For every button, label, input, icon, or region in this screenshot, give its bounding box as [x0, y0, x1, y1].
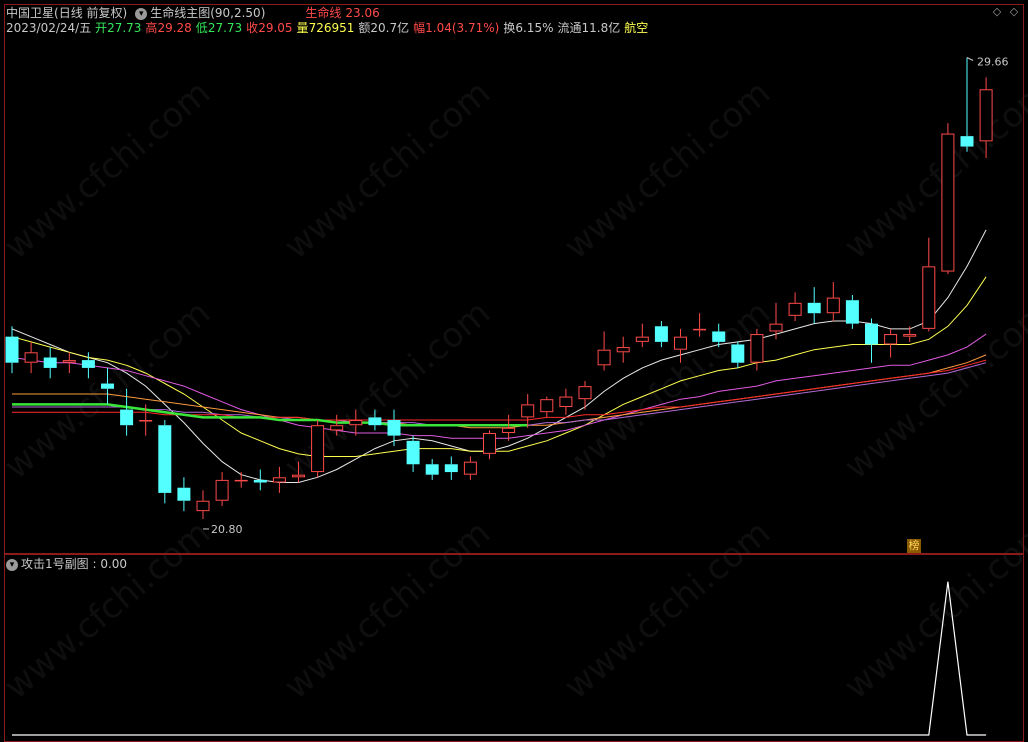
ma-magenta-line — [11, 333, 987, 439]
candle-body — [884, 334, 898, 345]
change-label: 幅 — [413, 21, 426, 35]
volume-value: 726951 — [308, 21, 355, 35]
candle-body — [616, 347, 630, 353]
high-price-label: 29.66 — [977, 56, 1009, 69]
candle-body — [826, 297, 840, 314]
high-marker-arrow — [966, 57, 974, 61]
candle-body — [349, 420, 363, 426]
candle-body — [368, 417, 382, 426]
candle-body — [712, 331, 726, 342]
amount-value: 20.7亿 — [370, 21, 410, 35]
candle-body — [387, 420, 401, 436]
candle-body — [750, 334, 764, 363]
candle-body — [483, 433, 496, 454]
candle-body — [540, 399, 554, 413]
candle-body — [62, 360, 76, 363]
candle-body — [234, 479, 248, 482]
candle-body — [81, 360, 95, 368]
quote-bar: 2023/02/24/五 开27.73 高29.28 低27.73 收29.05 量72… — [6, 21, 648, 35]
indicator-dropdown-icon[interactable]: ▾ — [135, 7, 148, 20]
sub-signal-line — [12, 581, 987, 736]
ma-yellow-line — [11, 276, 987, 457]
sub-chart-header: ▾ 攻击1号副图 : 0.00 — [6, 557, 127, 571]
change-value: 1.04(3.71%) — [425, 21, 500, 35]
period-mode[interactable]: (日线 前复权) — [54, 6, 127, 20]
candle-body — [807, 302, 821, 314]
candle-body — [406, 440, 420, 465]
candle-body — [979, 89, 993, 142]
turnover-label: 换 — [503, 21, 516, 35]
low-price-label: 20.80 — [211, 523, 243, 536]
candle-body — [253, 479, 267, 483]
candle-body — [922, 266, 936, 329]
candle-body — [654, 326, 668, 342]
candle-body — [444, 464, 458, 473]
low-label: 低 — [195, 21, 208, 35]
candle-body — [5, 336, 19, 363]
candle-body — [292, 474, 305, 478]
high-value: 29.28 — [157, 21, 192, 35]
candle-body — [463, 461, 477, 475]
candle-body — [139, 420, 153, 422]
candle-body — [635, 336, 649, 342]
candle-body — [559, 396, 573, 407]
candle-body — [177, 487, 191, 501]
sub-indicator-dropdown-icon[interactable]: ▾ — [6, 558, 18, 571]
ranking-badge[interactable]: 榜 — [907, 539, 921, 553]
chart-header: 中国卫星(日线 前复权) ▾ 生命线主图(90,2.50) 生命线 23.06 — [6, 6, 380, 20]
candle-body — [769, 323, 783, 332]
candle-body — [120, 409, 134, 426]
candle-body — [788, 302, 802, 316]
ma-orange-line — [12, 354, 987, 429]
candle-body — [43, 357, 57, 368]
high-label: 高 — [145, 21, 158, 35]
candle-body — [101, 383, 114, 389]
candle-body — [272, 477, 286, 483]
candle-body — [425, 464, 439, 475]
candle-body — [196, 500, 210, 512]
quote-date: 2023/02/24/五 — [6, 21, 92, 35]
candle-body — [597, 349, 611, 366]
kline-chart[interactable]: 29.66 20.80 — [0, 0, 1028, 742]
turnover-value: 6.15% — [515, 21, 554, 35]
ma-white-line — [11, 229, 987, 483]
open-value: 27.73 — [107, 21, 142, 35]
volume-label: 量 — [296, 21, 309, 35]
lifeline-label: 生命线 — [305, 6, 342, 20]
indicator-name[interactable]: 生命线主图(90,2.50) — [150, 6, 265, 20]
close-label: 收 — [246, 21, 259, 35]
lifeline-value: 23.06 — [345, 6, 380, 20]
sub-chart-value: 0.00 — [100, 557, 128, 571]
float-label: 流通 — [557, 21, 582, 35]
lifeline-line — [12, 403, 528, 427]
close-value: 29.05 — [258, 21, 293, 35]
stock-name[interactable]: 中国卫星 — [6, 6, 54, 20]
candle-body — [521, 404, 535, 418]
candle-body — [865, 323, 878, 345]
amount-label: 额 — [358, 21, 371, 35]
candle-body — [941, 133, 955, 272]
candle-body — [578, 386, 592, 400]
candle-body — [731, 344, 745, 363]
candle-body — [903, 334, 917, 337]
candle-body — [311, 425, 325, 473]
candle-body — [674, 336, 687, 350]
candle-body — [960, 136, 974, 147]
restore-diamond-icon[interactable]: ◇ — [991, 6, 1003, 18]
candle-body — [158, 425, 172, 493]
candle-body — [24, 352, 38, 363]
float-value: 11.8亿 — [581, 21, 621, 35]
close-diamond-icon[interactable]: ◇ — [1008, 6, 1020, 18]
candle-body — [845, 300, 859, 324]
sector-link[interactable]: 航空 — [624, 21, 648, 35]
open-label: 开 — [95, 21, 108, 35]
sub-chart-title[interactable]: 攻击1号副图 — [21, 557, 89, 571]
candle-body — [502, 427, 516, 434]
low-value: 27.73 — [207, 21, 243, 35]
candle-body — [330, 425, 344, 431]
candle-body — [215, 479, 229, 501]
candle-body — [693, 328, 707, 331]
